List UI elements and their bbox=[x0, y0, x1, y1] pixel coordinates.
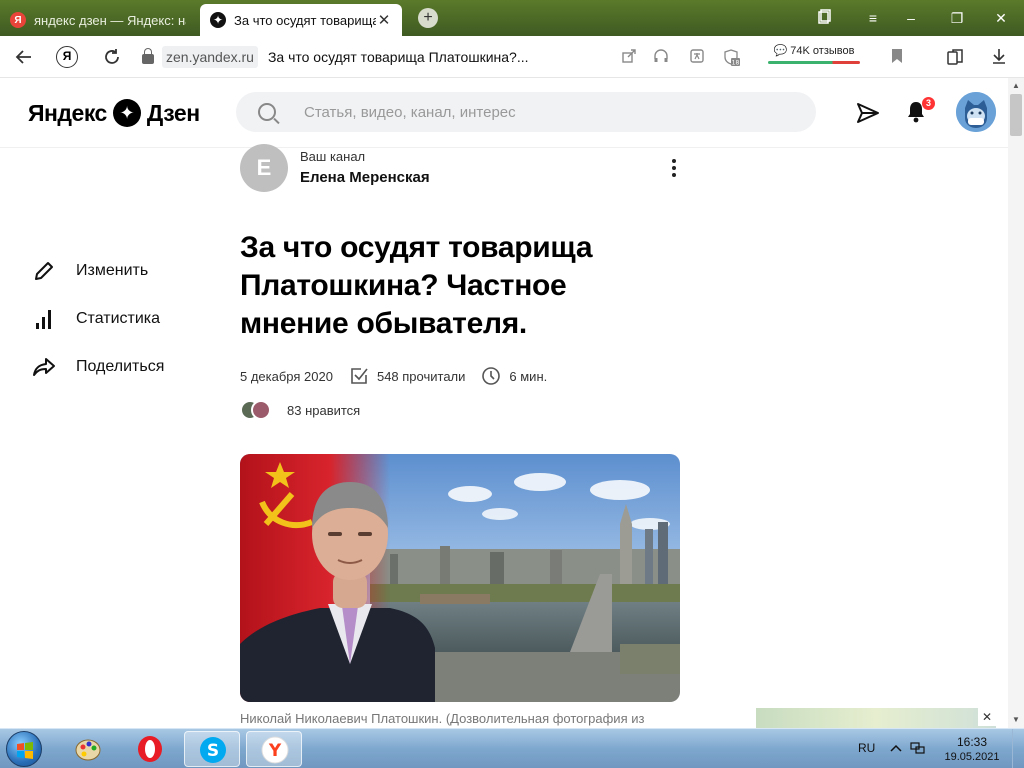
ad-banner[interactable] bbox=[756, 708, 996, 728]
taskbar-opera-app[interactable] bbox=[122, 731, 178, 767]
start-button[interactable] bbox=[6, 731, 42, 767]
reads-check-icon bbox=[351, 368, 368, 384]
channel-label: Ваш канал bbox=[300, 149, 366, 164]
pencil-icon bbox=[35, 262, 53, 280]
close-tab-icon[interactable]: ✕ bbox=[376, 11, 392, 29]
paint-palette-icon bbox=[75, 739, 101, 761]
headphones-icon[interactable] bbox=[652, 48, 670, 66]
tray-expand-icon[interactable] bbox=[888, 741, 904, 755]
collections-icon[interactable] bbox=[946, 48, 964, 66]
site-header: Яндекс ✦ Дзен 3 bbox=[0, 78, 1008, 148]
download-icon[interactable] bbox=[990, 48, 1008, 66]
zen-star-icon: ✦ bbox=[112, 99, 141, 127]
search-input[interactable] bbox=[304, 103, 784, 121]
article-reads: 548 прочитали bbox=[376, 368, 466, 384]
article-photo[interactable] bbox=[240, 454, 680, 702]
likes-row[interactable]: 83 нравится bbox=[240, 400, 360, 420]
tab-title: яндекс дзен — Яндекс: нашлось bbox=[34, 12, 186, 28]
article-date: 5 декабря 2020 bbox=[240, 368, 333, 384]
share-page-icon[interactable] bbox=[620, 48, 638, 66]
tab-yandex-search[interactable]: Я яндекс дзен — Яндекс: нашлось bbox=[0, 4, 196, 36]
reviews-widget[interactable]: 💬 74K отзывов bbox=[768, 44, 860, 68]
show-desktop-button[interactable] bbox=[1012, 729, 1024, 768]
new-tab-button[interactable]: + bbox=[418, 8, 438, 28]
protect-badge-icon[interactable]: 18 bbox=[720, 48, 742, 67]
url-page-title: За что осудят товарища Платошкина?... bbox=[267, 49, 529, 65]
tab-zen-article[interactable]: ✦ За что осудят товарища Пл ✕ bbox=[200, 4, 402, 36]
page-scrollbar[interactable] bbox=[1008, 78, 1024, 728]
user-avatar[interactable] bbox=[956, 92, 996, 132]
back-arrow-icon[interactable] bbox=[12, 45, 36, 69]
reviews-rating-bar bbox=[768, 61, 860, 64]
photo-caption: Николай Николаевич Платошкин. (Дозволите… bbox=[240, 711, 645, 726]
channel-avatar[interactable]: Е bbox=[240, 144, 288, 192]
sidebar-item-label: Статистика bbox=[76, 310, 161, 327]
bookmark-icon[interactable] bbox=[888, 48, 906, 66]
sidebar-item-edit[interactable]: Изменить bbox=[32, 257, 148, 285]
svg-text:18: 18 bbox=[732, 60, 740, 67]
yandex-browser-icon: Y bbox=[261, 736, 289, 764]
translate-icon[interactable] bbox=[688, 48, 706, 66]
close-window-icon[interactable]: ✕ bbox=[990, 8, 1012, 28]
restore-icon[interactable]: ❐ bbox=[946, 8, 968, 28]
article-title: За что осудят товарища Платошкина? Частн… bbox=[240, 231, 593, 340]
notifications-badge: 3 bbox=[922, 97, 935, 110]
photo-image bbox=[240, 454, 680, 702]
search-bar[interactable] bbox=[236, 92, 816, 132]
windows-taskbar: S Y RU 16:33 19.05.2021 bbox=[0, 728, 1024, 768]
article-meta: 5 декабря 2020 548 прочитали 6 мин. bbox=[240, 366, 547, 386]
network-icon[interactable] bbox=[910, 741, 926, 755]
browser-tab-strip: Я яндекс дзен — Яндекс: нашлось ✦ За что… bbox=[0, 0, 1024, 36]
cat-avatar-icon bbox=[956, 92, 996, 132]
skype-icon: S bbox=[200, 737, 226, 763]
logo-text-yandex: Яндекс bbox=[28, 99, 107, 126]
clock-icon bbox=[482, 367, 501, 385]
minimize-icon[interactable]: – bbox=[900, 8, 922, 28]
stats-icon bbox=[36, 310, 51, 329]
sidebar-item-share[interactable]: Поделиться bbox=[32, 353, 164, 381]
scroll-up-arrow-icon[interactable]: ▲ bbox=[1008, 78, 1024, 94]
scroll-down-arrow-icon[interactable]: ▼ bbox=[1008, 712, 1024, 728]
yandex-favicon-icon: Я bbox=[10, 12, 26, 28]
clock-date[interactable]: 19.05.2021 bbox=[940, 751, 1004, 763]
taskbar-paint-app[interactable] bbox=[60, 731, 116, 767]
opera-icon bbox=[138, 736, 162, 762]
search-icon bbox=[258, 103, 276, 121]
menu-icon[interactable]: ≡ bbox=[862, 8, 884, 28]
taskbar-yandex-browser-app[interactable]: Y bbox=[246, 731, 302, 767]
zen-favicon-icon: ✦ bbox=[210, 12, 226, 28]
svg-text:Y: Y bbox=[268, 741, 282, 761]
taskbar-skype-app[interactable]: S bbox=[184, 731, 240, 767]
zen-logo[interactable]: Яндекс ✦ Дзен bbox=[28, 99, 200, 127]
tab-title: За что осудят товарища Пл bbox=[234, 12, 376, 28]
scrollbar-thumb[interactable] bbox=[1010, 94, 1022, 136]
windows-logo-icon bbox=[17, 742, 33, 759]
logo-text-zen: Дзен bbox=[146, 99, 200, 126]
sidebar-item-label: Поделиться bbox=[76, 358, 165, 375]
yandex-button[interactable]: Я bbox=[56, 46, 78, 68]
svg-text:S: S bbox=[207, 741, 219, 761]
reload-icon[interactable] bbox=[100, 45, 124, 69]
channel-name[interactable]: Елена Меренская bbox=[300, 169, 430, 186]
liker-avatar bbox=[251, 400, 271, 420]
likes-count: 83 нравится bbox=[287, 402, 361, 418]
messages-send-icon[interactable] bbox=[856, 102, 880, 124]
address-bar: Я zen.yandex.ru За что осудят товарища П… bbox=[0, 36, 1024, 78]
keyboard-language[interactable]: RU bbox=[858, 741, 875, 755]
share-icon bbox=[33, 358, 55, 376]
reviews-label: 💬 74K отзывов bbox=[773, 45, 855, 57]
ad-close-icon[interactable]: ✕ bbox=[978, 708, 996, 726]
clock-time[interactable]: 16:33 bbox=[944, 735, 1000, 749]
article-read-time: 6 мин. bbox=[509, 368, 548, 384]
lock-icon bbox=[142, 48, 154, 64]
url-domain: zen.yandex.ru bbox=[162, 46, 258, 68]
bookmarks-window-icon[interactable] bbox=[814, 8, 836, 28]
sidebar-item-label: Изменить bbox=[76, 262, 149, 279]
url-field[interactable]: zen.yandex.ru За что осудят товарища Пла… bbox=[142, 44, 529, 70]
more-options-icon[interactable] bbox=[666, 156, 682, 180]
sidebar-item-stats[interactable]: Статистика bbox=[32, 305, 160, 333]
